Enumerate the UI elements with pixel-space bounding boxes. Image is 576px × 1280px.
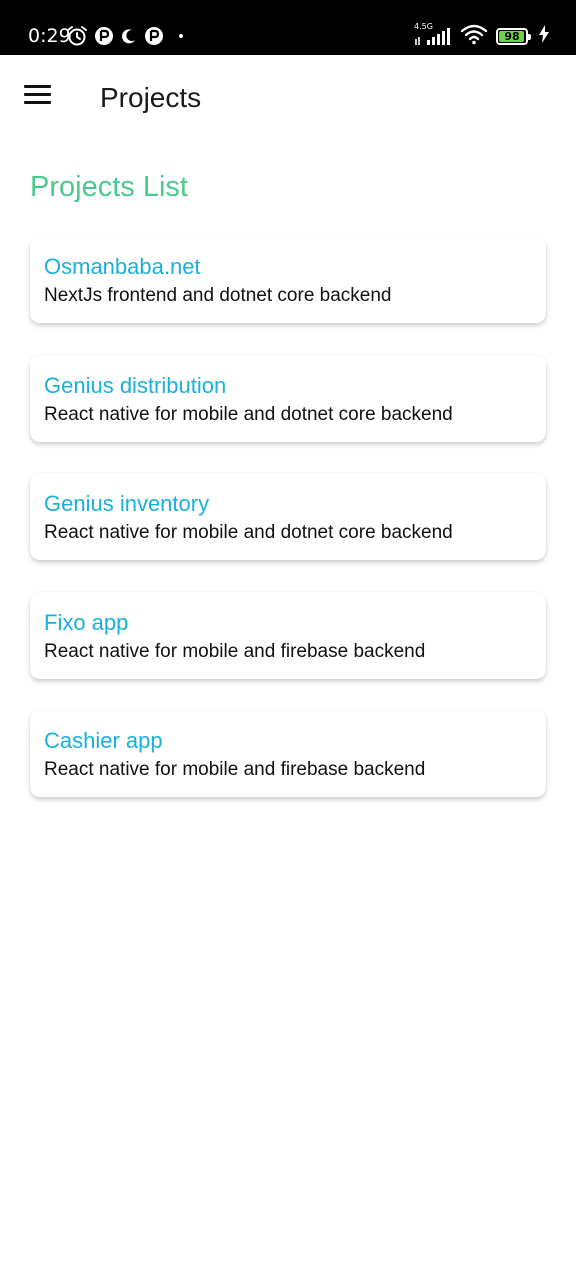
- project-list: Osmanbaba.net NextJs frontend and dotnet…: [30, 236, 546, 829]
- project-card[interactable]: Fixo app React native for mobile and fir…: [30, 591, 546, 679]
- project-card[interactable]: Osmanbaba.net NextJs frontend and dotnet…: [30, 236, 546, 323]
- status-bar: 0:29 4.5G 98: [0, 0, 576, 55]
- project-description: React native for mobile and dotnet core …: [44, 522, 453, 543]
- page-title: Projects: [100, 82, 202, 113]
- project-name: Genius distribution: [44, 372, 227, 398]
- status-left-icons: [66, 25, 184, 47]
- project-name: Genius inventory: [44, 491, 210, 516]
- section-title: Projects List: [30, 171, 188, 203]
- project-description: React native for mobile and firebase bac…: [44, 759, 426, 780]
- signal-icon: 4.5G: [414, 22, 452, 47]
- battery-icon: 98: [496, 27, 531, 45]
- status-right-icons: 4.5G 98: [414, 22, 550, 50]
- project-name: Osmanbaba.net: [44, 254, 201, 279]
- charging-icon: [538, 24, 550, 48]
- project-card[interactable]: Genius inventory React native for mobile…: [30, 473, 546, 560]
- wifi-icon: [460, 23, 488, 50]
- battery-tip: [528, 33, 531, 40]
- app-screen: 0:29 4.5G 98 Projects Projects List Osma…: [0, 0, 576, 1280]
- project-card[interactable]: Cashier app React native for mobile and …: [30, 710, 546, 797]
- project-name: Cashier app: [44, 728, 163, 753]
- notification-app-icon: [144, 26, 164, 46]
- app-header: Projects: [0, 55, 576, 141]
- project-card[interactable]: Genius distribution React native for mob…: [30, 354, 546, 442]
- hamburger-menu-icon[interactable]: [24, 85, 52, 107]
- project-description: React native for mobile and dotnet core …: [44, 403, 453, 425]
- project-description: React native for mobile and firebase bac…: [44, 640, 426, 662]
- notification-app-icon: [94, 26, 114, 46]
- status-time: 0:29: [28, 25, 71, 47]
- project-name: Fixo app: [44, 609, 129, 635]
- project-description: NextJs frontend and dotnet core backend: [44, 285, 392, 306]
- alarm-icon: [66, 25, 88, 47]
- moon-icon: [120, 27, 138, 45]
- battery-level: 98: [504, 29, 520, 43]
- dot-icon: [178, 33, 184, 39]
